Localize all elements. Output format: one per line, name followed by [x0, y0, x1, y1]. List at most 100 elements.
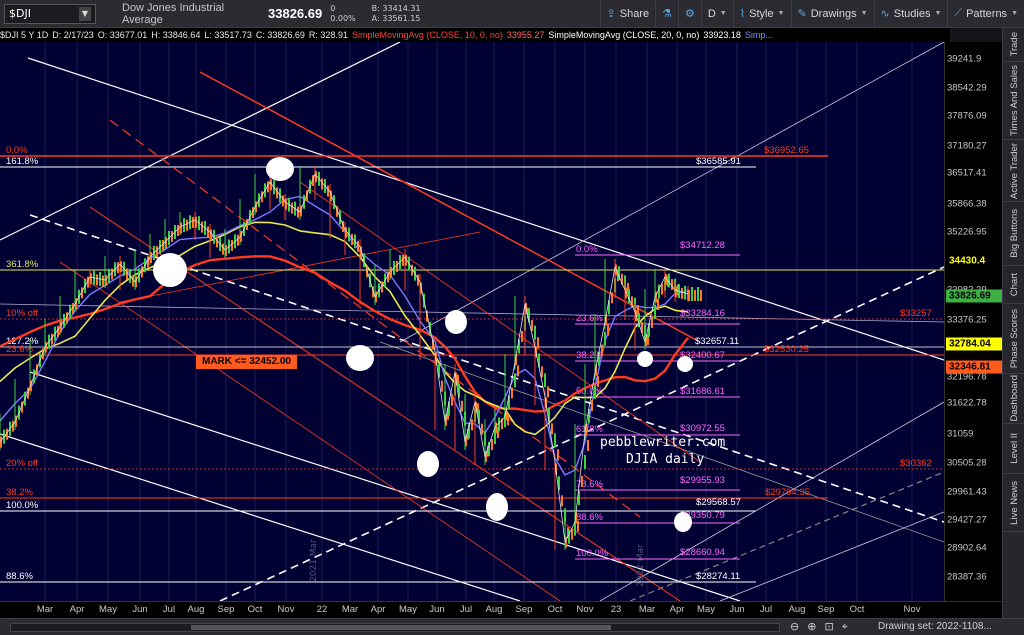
year-label-2021: 2021 Mar [309, 539, 319, 582]
trend-line[interactable] [719, 511, 944, 601]
side-tab[interactable]: Level II [1003, 424, 1024, 474]
patterns-button[interactable]: ⟋ Patterns ▼ [947, 0, 1024, 28]
fib-level-label: 88.6% [576, 512, 603, 523]
side-tab-label: Level II [1008, 433, 1020, 464]
side-tab[interactable]: Live News [1003, 474, 1024, 532]
side-tab[interactable]: Big Buttons [1003, 202, 1024, 266]
change-percent: 0.00% [330, 13, 356, 23]
fib-level-label: $34712.28 [680, 240, 725, 251]
bar-range: R: 328.91 [308, 30, 348, 40]
mark-label[interactable]: MARK <= 32452.00 [196, 355, 297, 369]
fib-level-label: $28274.11 [696, 571, 740, 582]
drawing-set-label[interactable]: Drawing set: 2022-1108... [878, 621, 992, 632]
mark-value: MARK <= 32452.00 [202, 356, 291, 367]
fib-level-label: $30362 [900, 458, 932, 469]
side-tab-label: Phase Scores [1008, 308, 1020, 369]
time-tick: Oct [547, 604, 563, 615]
change-value: 0 [330, 3, 336, 13]
side-tab[interactable]: Times And Sales [1003, 62, 1024, 140]
crosshair-icon[interactable]: ⌖ [842, 620, 848, 634]
bar-open: O: 33677.01 [97, 30, 148, 40]
pivot-marker[interactable] [346, 345, 374, 371]
time-tick: Nov [903, 604, 921, 615]
price-chart[interactable]: 0.0% 161.8% 361.8% 10% off 127.2% 23.6% 20% of… [0, 42, 944, 601]
chart-canvas[interactable]: 0.0%161.8%361.8%10% off127.2%23.6%20% of… [0, 42, 944, 601]
drawings-button[interactable]: ✎ Drawings ▼ [790, 0, 874, 28]
fib-level-label: 161.8% [6, 156, 39, 167]
zoom-controls: ⊖ ⊕ ⊡ ⌖ [790, 620, 848, 634]
pivot-marker[interactable] [417, 451, 439, 477]
symbol-dropdown-icon[interactable]: ▼ [79, 6, 91, 21]
fit-icon[interactable]: ⊡ [824, 620, 833, 634]
price-tick: 36517.41 [947, 167, 987, 179]
side-tab[interactable]: Active Trader [1003, 140, 1024, 202]
price-axis[interactable]: 39241.9 38542.29 37876.09 37180.27 36517.41 3… [944, 42, 1002, 601]
trend-line[interactable] [27, 57, 944, 361]
price-tick: 28902.64 [947, 542, 987, 554]
side-tab-label: Chart [1008, 272, 1020, 297]
flask-button[interactable]: ⚗ [655, 0, 678, 28]
trend-lines[interactable] [0, 42, 944, 601]
period-button[interactable]: D ▼ [700, 0, 733, 28]
time-tick: Aug [788, 604, 806, 615]
pivot-marker[interactable] [153, 253, 187, 287]
patterns-label: Patterns [966, 7, 1008, 20]
share-label: Share [619, 7, 650, 20]
fib-levels[interactable]: 0.0%161.8%361.8%10% off127.2%23.6%20% of… [0, 145, 944, 583]
pencil-icon: ✎ [797, 8, 807, 20]
sma20-label[interactable]: SimpleMovingAvg (CLOSE, 20, 0, no) [548, 30, 699, 40]
chevron-down-icon: ▼ [934, 10, 942, 17]
gear-icon: ⚙ [684, 8, 695, 20]
pivot-marker[interactable] [674, 512, 692, 532]
price-tick: 39241.9 [947, 53, 982, 65]
side-tab[interactable]: Trade [1003, 28, 1024, 62]
pivot-marker[interactable] [486, 493, 508, 521]
side-tab[interactable]: Dashboard [1003, 374, 1024, 424]
studies-button[interactable]: ∿ Studies ▼ [873, 0, 948, 28]
time-tick: Oct [247, 604, 263, 615]
zoom-in-icon[interactable]: ⊕ [807, 620, 816, 634]
time-tick: May [697, 604, 715, 615]
price-badge: 33826.69 [946, 289, 1002, 303]
zoom-out-icon[interactable]: ⊖ [790, 620, 799, 634]
fib-level-label: 20% off [6, 458, 38, 469]
style-button[interactable]: ⌇ Style ▼ [732, 0, 791, 28]
symbol-input[interactable]: $DJI ▼ [4, 3, 96, 24]
price-tick: 31622.78 [947, 397, 987, 409]
pivot-marker[interactable] [637, 351, 653, 367]
trend-line[interactable] [29, 371, 741, 601]
pivot-marker[interactable] [445, 310, 467, 334]
time-axis[interactable]: Mar Apr May Jun Jul Aug Sep Oct Nov 22 Mar Apr May Ju… [0, 601, 1002, 618]
pivot-marker[interactable] [677, 356, 693, 372]
time-tick: Jun [429, 604, 445, 615]
price-tick: 29427.27 [947, 514, 987, 526]
share-button[interactable]: ⇪ Share [599, 0, 656, 28]
studies-label: Studies [893, 7, 931, 20]
bid-ask: B: 33414.31 A: 33561.15 [372, 4, 421, 24]
settings-button[interactable]: ⚙ [677, 0, 701, 28]
fib-level-label: $32530.25 [764, 344, 809, 355]
red-dashed-line[interactable] [109, 119, 641, 518]
chart-scrollbar[interactable] [10, 623, 780, 632]
side-tab[interactable]: Chart [1003, 266, 1024, 304]
side-tab[interactable]: Phase Scores [1003, 304, 1024, 374]
pivot-marker[interactable] [266, 157, 294, 181]
chart-symbol-label: $DJI 5 Y 1D [0, 30, 49, 40]
time-tick: Sep [817, 604, 835, 615]
scrollbar-thumb[interactable] [191, 625, 611, 630]
price-tick: 33376.25 [947, 314, 987, 326]
trend-line[interactable] [0, 433, 521, 601]
bar-date: D: 2/17/23 [52, 30, 94, 40]
more-studies-label[interactable]: Simp... [745, 30, 773, 40]
fib-level-label: $29794.35 [765, 487, 810, 498]
style-icon: ⌇ [739, 8, 746, 20]
pivot-markers[interactable] [153, 157, 693, 532]
fib-level-label: 23.6% [6, 344, 33, 355]
price-badge: 32346.81 [946, 360, 1002, 374]
price-tick: 37876.09 [947, 110, 987, 122]
fib-level-label: 0.0% [576, 244, 598, 255]
sma10-label[interactable]: SimpleMovingAvg (CLOSE, 10, 0, no) [352, 30, 503, 40]
side-tab-label: Trade [1008, 32, 1020, 57]
year-label-2022: 2022 Mar [636, 544, 646, 587]
trend-line[interactable] [599, 401, 944, 601]
